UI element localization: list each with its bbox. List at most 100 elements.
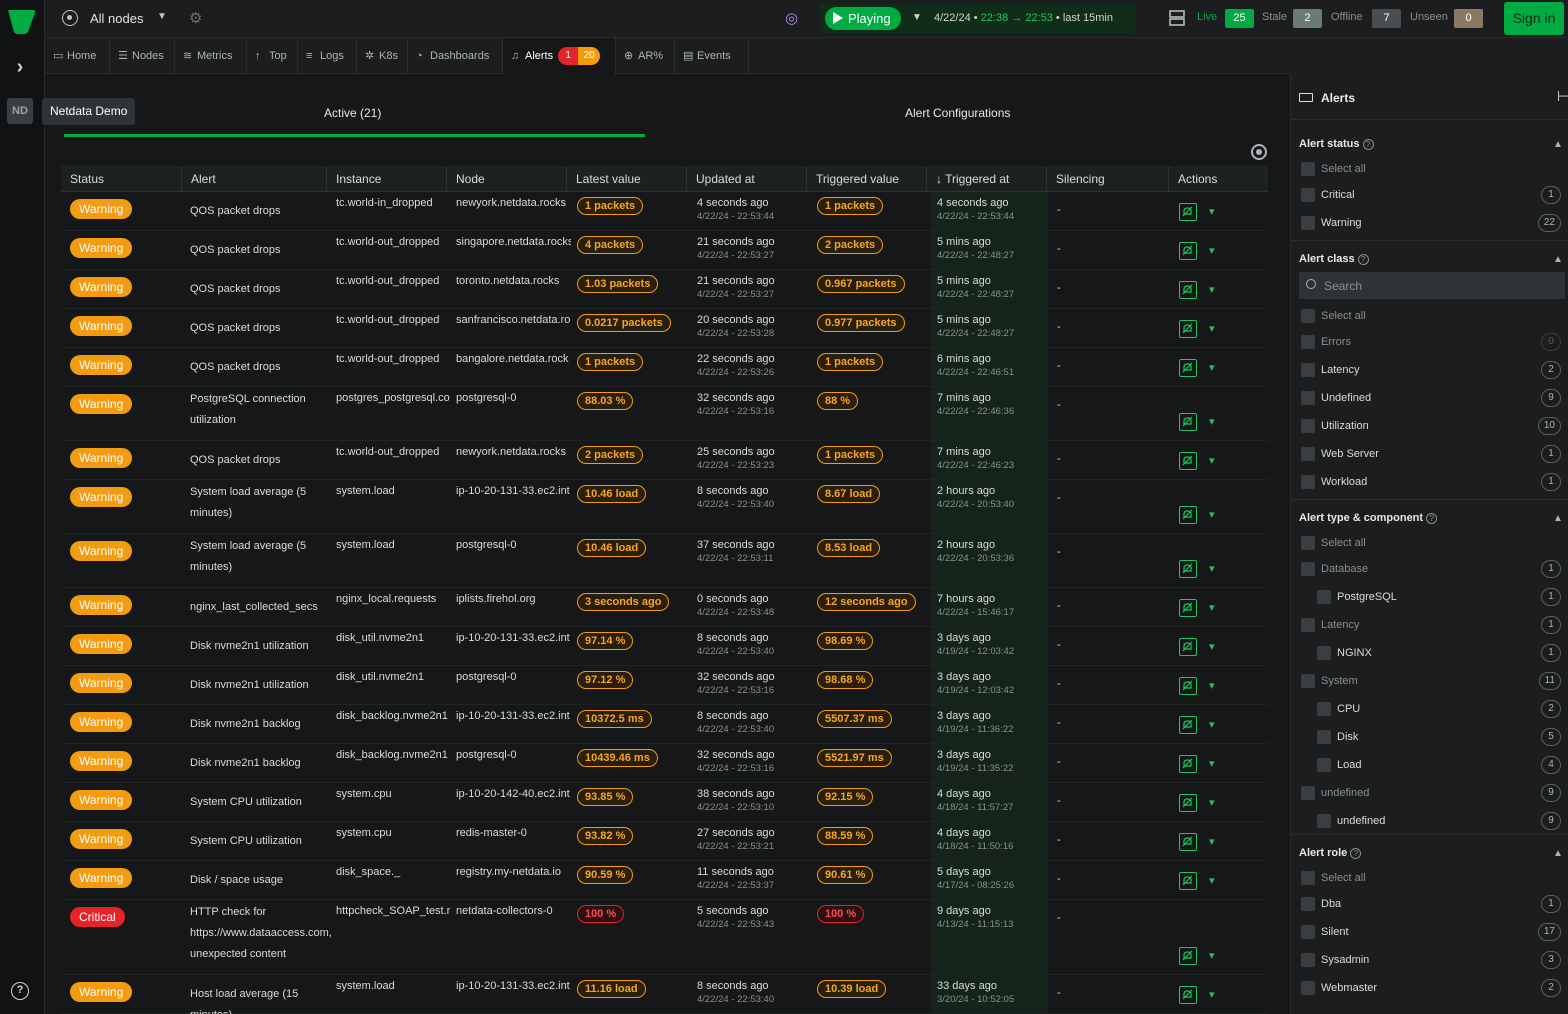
silence-shield-icon[interactable]: ▾ bbox=[1209, 874, 1215, 887]
alert-details-button[interactable] bbox=[1179, 716, 1197, 734]
table-row[interactable]: Warning System load average (5 minutes) sy… bbox=[61, 480, 1268, 534]
checkbox[interactable] bbox=[1301, 953, 1315, 967]
node-name[interactable]: postgresql-0 bbox=[456, 392, 571, 404]
alert-details-button[interactable] bbox=[1179, 755, 1197, 773]
filter-option[interactable]: Sysadmin 3 bbox=[1301, 951, 1563, 969]
silence-shield-icon[interactable]: ▾ bbox=[1209, 283, 1215, 296]
table-row[interactable]: Warning System CPU utilization system.cpu i… bbox=[61, 783, 1268, 822]
filter-option[interactable]: Web Server 1 bbox=[1301, 445, 1563, 463]
table-row[interactable]: Warning System CPU utilization system.cpu r… bbox=[61, 822, 1268, 861]
stale-count[interactable]: 2 bbox=[1293, 9, 1322, 28]
filter-option[interactable]: Warning 22 bbox=[1301, 214, 1563, 232]
alert-details-button[interactable] bbox=[1179, 413, 1197, 431]
alert-name[interactable]: nginx_last_collected_secs bbox=[190, 597, 330, 618]
column-header[interactable]: Instance bbox=[326, 166, 381, 192]
alert-details-button[interactable] bbox=[1179, 560, 1197, 578]
checkbox[interactable] bbox=[1301, 475, 1315, 489]
checkbox[interactable] bbox=[1301, 618, 1315, 632]
help-icon[interactable]: ? bbox=[11, 982, 29, 1000]
table-row[interactable]: Warning QOS packet drops tc.world-in_dropp… bbox=[61, 192, 1268, 231]
node-name[interactable]: redis-master-0 bbox=[456, 827, 571, 839]
node-name[interactable]: newyork.netdata.rocks bbox=[456, 446, 571, 458]
silence-shield-icon[interactable]: ▾ bbox=[1209, 796, 1215, 809]
table-row[interactable]: Warning nginx_last_collected_secs nginx_lo… bbox=[61, 588, 1268, 627]
filter-option[interactable]: Silent 17 bbox=[1301, 923, 1563, 941]
silence-shield-icon[interactable]: ▾ bbox=[1209, 415, 1215, 428]
alert-name[interactable]: QOS packet drops bbox=[190, 357, 330, 378]
silence-shield-icon[interactable]: ▾ bbox=[1209, 718, 1215, 731]
filter-option[interactable]: Latency 2 bbox=[1301, 361, 1563, 379]
chevron-down-icon[interactable]: ▼ bbox=[157, 11, 167, 22]
filter-section-title[interactable]: Alert class? bbox=[1299, 253, 1369, 265]
filter-option[interactable]: Utilization 10 bbox=[1301, 417, 1563, 435]
node-name[interactable]: sanfrancisco.netdata.ro bbox=[456, 314, 571, 326]
tab-alerts[interactable]: ♫ Alerts 1 20 bbox=[503, 38, 616, 74]
subtab-active[interactable]: Active (21) bbox=[324, 106, 381, 120]
alert-name[interactable]: Disk nvme2n1 backlog bbox=[190, 714, 330, 735]
subtab-alert-configurations[interactable]: Alert Configurations bbox=[905, 106, 1010, 120]
filter-section-title[interactable]: Alert type & component? bbox=[1299, 512, 1438, 524]
room-selector[interactable]: All nodes bbox=[90, 11, 143, 26]
checkbox[interactable] bbox=[1301, 536, 1315, 550]
filter-option[interactable]: Disk 5 bbox=[1317, 728, 1563, 746]
silence-shield-icon[interactable]: ▾ bbox=[1209, 679, 1215, 692]
filter-option[interactable]: CPU 2 bbox=[1317, 700, 1563, 718]
filter-option[interactable]: Dba 1 bbox=[1301, 895, 1563, 913]
silence-shield-icon[interactable]: ▾ bbox=[1209, 835, 1215, 848]
alert-details-button[interactable] bbox=[1179, 677, 1197, 695]
chevron-up-icon[interactable]: ▲ bbox=[1553, 848, 1563, 859]
help-icon[interactable]: ? bbox=[1362, 139, 1374, 150]
filter-option[interactable]: undefined 9 bbox=[1317, 812, 1563, 830]
filter-option[interactable]: Undefined 9 bbox=[1301, 389, 1563, 407]
checkbox[interactable] bbox=[1301, 162, 1315, 176]
unseen-count[interactable]: 0 bbox=[1454, 9, 1483, 28]
filter-option[interactable]: Latency 1 bbox=[1301, 616, 1563, 634]
node-name[interactable]: ip-10-20-131-33.ec2.int bbox=[456, 485, 571, 497]
alert-name[interactable]: Disk nvme2n1 backlog bbox=[190, 753, 330, 774]
filter-option[interactable]: Load 4 bbox=[1317, 756, 1563, 774]
node-name[interactable]: netdata-collectors-0 bbox=[456, 905, 571, 917]
checkbox[interactable] bbox=[1317, 590, 1331, 604]
checkbox[interactable] bbox=[1301, 335, 1315, 349]
lightbulb-icon[interactable]: ◎ bbox=[785, 9, 798, 27]
alert-name[interactable]: Disk nvme2n1 utilization bbox=[190, 636, 330, 657]
live-count[interactable]: 25 bbox=[1225, 9, 1254, 28]
node-name[interactable]: ip-10-20-131-33.ec2.int bbox=[456, 710, 571, 722]
chevron-up-icon[interactable]: ▲ bbox=[1553, 513, 1563, 524]
alert-name[interactable]: QOS packet drops bbox=[190, 450, 330, 471]
silence-shield-icon[interactable]: ▾ bbox=[1209, 454, 1215, 467]
filter-option[interactable]: undefined 9 bbox=[1301, 784, 1563, 802]
tab-nodes[interactable]: ☰ Nodes bbox=[110, 38, 175, 74]
table-row[interactable]: Warning Disk nvme2n1 utilization disk_util… bbox=[61, 627, 1268, 666]
filter-option[interactable]: Select all bbox=[1301, 309, 1563, 325]
room-settings-gear-icon[interactable]: ⚙ bbox=[189, 9, 202, 27]
filter-option[interactable]: Select all bbox=[1301, 536, 1563, 552]
checkbox[interactable] bbox=[1301, 562, 1315, 576]
help-icon[interactable]: ? bbox=[1357, 254, 1369, 265]
alert-details-button[interactable] bbox=[1179, 320, 1197, 338]
node-name[interactable]: registry.my-netdata.io bbox=[456, 866, 571, 878]
filter-section-title[interactable]: Alert role? bbox=[1299, 847, 1362, 859]
node-name[interactable]: iplists.firehol.org bbox=[456, 593, 571, 605]
alert-name[interactable]: System load average (5 minutes) bbox=[190, 536, 330, 578]
silence-shield-icon[interactable]: ▾ bbox=[1209, 640, 1215, 653]
alert-details-button[interactable] bbox=[1179, 833, 1197, 851]
checkbox[interactable] bbox=[1301, 674, 1315, 688]
checkbox[interactable] bbox=[1301, 188, 1315, 202]
alert-details-button[interactable] bbox=[1179, 638, 1197, 656]
checkbox[interactable] bbox=[1317, 646, 1331, 660]
alert-name[interactable]: Disk / space usage bbox=[190, 870, 330, 891]
space-avatar[interactable]: ND bbox=[7, 98, 33, 124]
help-icon[interactable]: ? bbox=[1426, 513, 1438, 524]
checkbox[interactable] bbox=[1317, 730, 1331, 744]
tab-dashboards[interactable]: ◔ Dashboards bbox=[408, 38, 503, 74]
table-settings-gear-icon[interactable] bbox=[1251, 144, 1267, 160]
tab-top[interactable]: ↑ Top bbox=[247, 38, 298, 74]
filter-option[interactable]: PostgreSQL 1 bbox=[1317, 588, 1563, 606]
table-row[interactable]: Warning PostgreSQL connection utilization… bbox=[61, 387, 1268, 441]
help-icon[interactable]: ? bbox=[1350, 848, 1362, 859]
checkbox[interactable] bbox=[1301, 419, 1315, 433]
chevron-up-icon[interactable]: ▲ bbox=[1553, 254, 1563, 265]
table-row[interactable]: Warning Host load average (15 minutes) sys… bbox=[61, 975, 1268, 1014]
filter-option[interactable]: Database 1 bbox=[1301, 560, 1563, 578]
